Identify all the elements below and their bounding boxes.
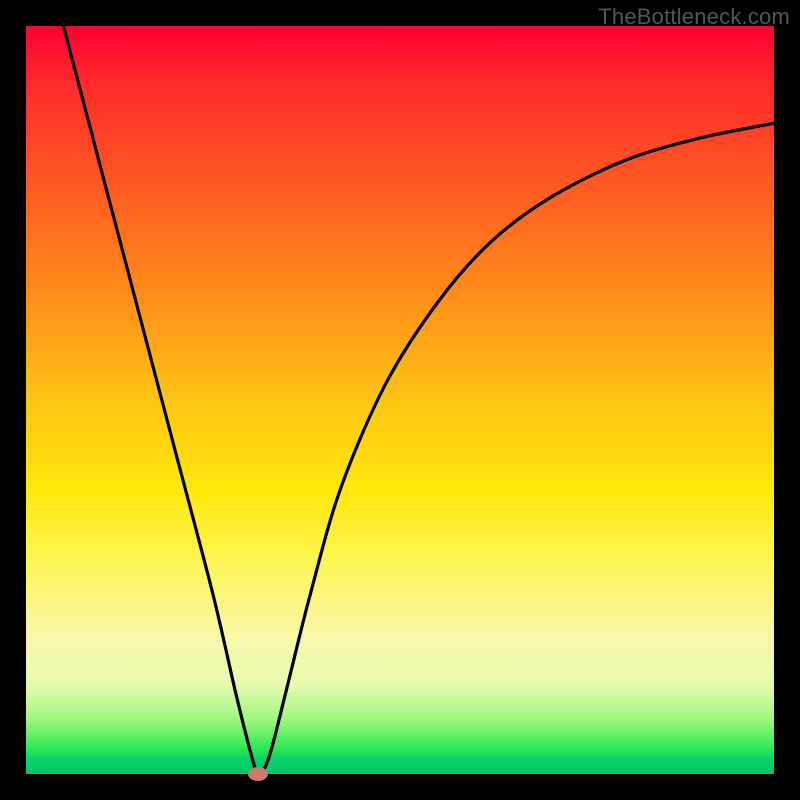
plot-area bbox=[26, 26, 774, 774]
chart-frame: TheBottleneck.com bbox=[0, 0, 800, 800]
bottleneck-curve bbox=[63, 26, 774, 774]
minimum-marker-icon bbox=[248, 767, 268, 781]
watermark-text: TheBottleneck.com bbox=[598, 4, 790, 30]
curve-layer bbox=[26, 26, 774, 774]
